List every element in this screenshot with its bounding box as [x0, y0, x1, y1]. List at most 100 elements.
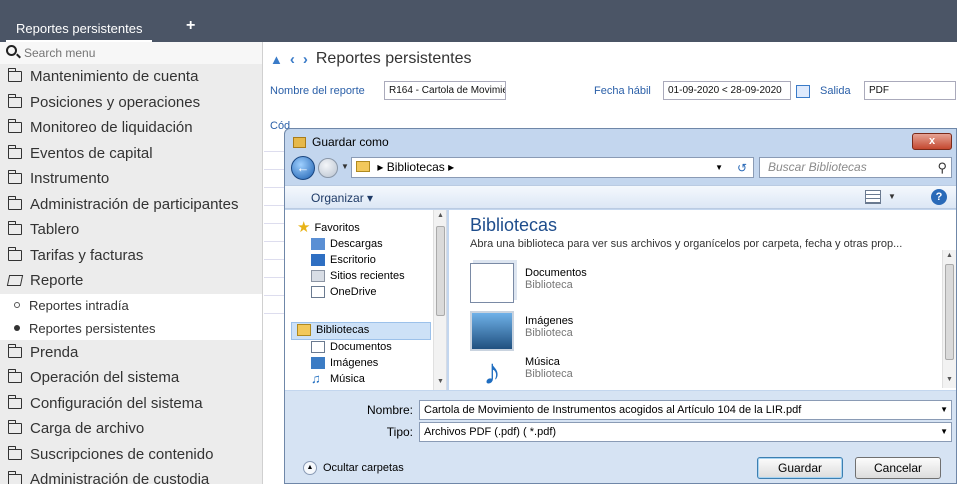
- report-name-select[interactable]: R164 - Cartola de Movimiento de Ir: [384, 81, 506, 100]
- calendar-icon[interactable]: [796, 85, 810, 98]
- bullet-icon: [14, 302, 20, 308]
- sidebar-item-participantes[interactable]: Administración de participantes: [0, 192, 262, 218]
- history-dropdown-icon[interactable]: ▼: [341, 162, 349, 171]
- back-button[interactable]: ←: [291, 156, 315, 180]
- library-search-input[interactable]: Buscar Bibliotecas ⚲: [759, 157, 952, 178]
- sidebar-item-label: Administración de participantes: [30, 195, 239, 213]
- nav-recent[interactable]: Sitios recientes: [311, 270, 405, 282]
- music-library-icon: ♪: [483, 351, 501, 392]
- library-music[interactable]: ♪ Música Biblioteca: [470, 352, 610, 396]
- scroll-up-icon[interactable]: ▲: [437, 212, 444, 219]
- save-button[interactable]: Guardar: [757, 457, 843, 479]
- breadcrumb-arrow-icon[interactable]: ▸: [448, 160, 454, 174]
- scroll-thumb[interactable]: [436, 226, 445, 316]
- sidebar-item-label: Reportes intradía: [29, 297, 129, 313]
- nav-libraries[interactable]: Bibliotecas: [297, 324, 369, 336]
- date-range-field[interactable]: 01-09-2020 < 28-09-2020: [663, 81, 791, 100]
- nav-onedrive[interactable]: OneDrive: [311, 286, 376, 298]
- documents-icon: [311, 341, 325, 353]
- library-documents[interactable]: Documentos Biblioteca: [470, 263, 610, 307]
- scroll-up-icon[interactable]: ▲: [946, 252, 953, 259]
- folder-icon: [7, 394, 22, 409]
- output-select[interactable]: PDF: [864, 81, 956, 100]
- address-dropdown-icon[interactable]: ▼: [715, 158, 723, 177]
- organize-menu[interactable]: Organizar ▾: [311, 191, 373, 205]
- dialog-title: Guardar como: [312, 135, 389, 149]
- filename-input[interactable]: Cartola de Movimiento de Instrumentos ac…: [419, 400, 952, 420]
- nav-scrollbar[interactable]: ▲ ▼: [433, 210, 446, 390]
- folder-icon: [7, 119, 22, 134]
- scroll-down-icon[interactable]: ▼: [946, 376, 953, 383]
- cancel-button[interactable]: Cancelar: [855, 457, 941, 479]
- libraries-description: Abra una biblioteca para ver sus archivo…: [470, 238, 903, 250]
- sidebar-item-suscripciones[interactable]: Suscripciones de contenido: [0, 442, 262, 468]
- forward-arrow-icon[interactable]: ›: [303, 51, 308, 68]
- bullet-icon: [14, 325, 20, 331]
- filename-dropdown-icon[interactable]: ▼: [940, 401, 948, 419]
- sidebar-item-tarifas[interactable]: Tarifas y facturas: [0, 243, 262, 269]
- library-images[interactable]: Imágenes Biblioteca: [470, 311, 610, 355]
- tab-reportes-persistentes[interactable]: Reportes persistentes: [6, 16, 153, 42]
- sidebar-item-custodia[interactable]: Administración de custodia: [0, 467, 262, 484]
- dialog-title-bar: Guardar como: [293, 135, 389, 149]
- sidebar-item-label: Prenda: [30, 343, 79, 361]
- forward-button[interactable]: [318, 158, 338, 178]
- sidebar-item-label: Eventos de capital: [30, 144, 153, 162]
- refresh-icon[interactable]: ↺: [737, 159, 747, 178]
- folder-icon: [7, 420, 22, 435]
- page-title: Reportes persistentes: [315, 50, 472, 67]
- address-bar[interactable]: ▸ Bibliotecas ▸ ▼ ↺: [351, 157, 754, 178]
- breadcrumb-arrow-icon[interactable]: ▸: [377, 160, 383, 174]
- command-bar: Organizar ▾ ▼ ?: [285, 185, 956, 209]
- collapse-icon: ▲: [303, 461, 317, 475]
- library-type: Biblioteca: [525, 368, 573, 380]
- sidebar-item-monitoreo[interactable]: Monitoreo de liquidación: [0, 115, 262, 141]
- sidebar-item-instrumento[interactable]: Instrumento: [0, 166, 262, 192]
- nav-downloads[interactable]: Descargas: [311, 238, 383, 250]
- sidebar-item-prenda[interactable]: Prenda: [0, 340, 262, 366]
- nav-music[interactable]: ♫ Música: [311, 372, 365, 385]
- help-icon[interactable]: ?: [931, 189, 947, 205]
- sidebar-subitem-persistentes[interactable]: Reportes persistentes: [0, 317, 262, 340]
- library-name: Música: [525, 356, 560, 368]
- nav-images[interactable]: Imágenes: [311, 357, 378, 369]
- sidebar-item-tablero[interactable]: Tablero: [0, 217, 262, 243]
- sidebar-item-label: Reporte: [30, 272, 84, 290]
- search-icon: [6, 45, 17, 56]
- sidebar-item-reporte[interactable]: Reporte: [0, 268, 262, 294]
- filetype-dropdown-icon[interactable]: ▼: [940, 423, 948, 441]
- scroll-down-icon[interactable]: ▼: [437, 378, 444, 385]
- breadcrumb-libraries[interactable]: Bibliotecas: [387, 160, 445, 174]
- close-button[interactable]: x: [912, 133, 952, 150]
- sidebar-item-label: Suscripciones de contenido: [30, 445, 214, 463]
- sidebar-item-label: Tarifas y facturas: [30, 246, 144, 264]
- reporte-submenu: Reportes intradía Reportes persistentes: [0, 293, 262, 340]
- sidebar-item-configuracion[interactable]: Configuración del sistema: [0, 391, 262, 417]
- view-dropdown-icon[interactable]: ▼: [888, 192, 896, 201]
- scroll-thumb[interactable]: [945, 264, 954, 360]
- sidebar-item-carga[interactable]: Carga de archivo: [0, 416, 262, 442]
- search-input[interactable]: [24, 44, 254, 61]
- add-tab-button[interactable]: +: [186, 17, 195, 35]
- content-pane: Bibliotecas Abra una biblioteca para ver…: [449, 210, 956, 392]
- content-scrollbar[interactable]: ▲ ▼: [942, 250, 956, 388]
- filetype-select[interactable]: Archivos PDF (.pdf) ( *.pdf) ▼: [419, 422, 952, 442]
- sidebar-item-posiciones[interactable]: Posiciones y operaciones: [0, 90, 262, 116]
- nav-documents[interactable]: Documentos: [311, 341, 392, 353]
- sidebar-subitem-intradia[interactable]: Reportes intradía: [0, 294, 262, 317]
- nav-desktop[interactable]: Escritorio: [311, 254, 376, 266]
- folder-icon: [7, 445, 22, 460]
- sidebar-item-mantenimiento[interactable]: Mantenimiento de cuenta: [0, 64, 262, 90]
- view-options-icon[interactable]: [865, 190, 881, 204]
- sidebar-item-label: Administración de custodia: [30, 471, 210, 484]
- navigation-pane: ★ Favoritos Descargas Escritorio Sitios r…: [285, 210, 447, 390]
- nav-favorites[interactable]: ★ Favoritos: [297, 220, 360, 235]
- back-arrow-icon[interactable]: ‹: [290, 51, 295, 68]
- page-header: ▲ ‹ › Reportes persistentes: [270, 50, 472, 68]
- libraries-heading: Bibliotecas: [470, 215, 558, 235]
- folder-icon: [7, 246, 22, 261]
- hide-folders-toggle[interactable]: ▲ Ocultar carpetas: [303, 461, 404, 475]
- sidebar-item-eventos[interactable]: Eventos de capital: [0, 141, 262, 167]
- hierarchy-icon[interactable]: ▲: [270, 52, 283, 67]
- sidebar-item-operacion[interactable]: Operación del sistema: [0, 365, 262, 391]
